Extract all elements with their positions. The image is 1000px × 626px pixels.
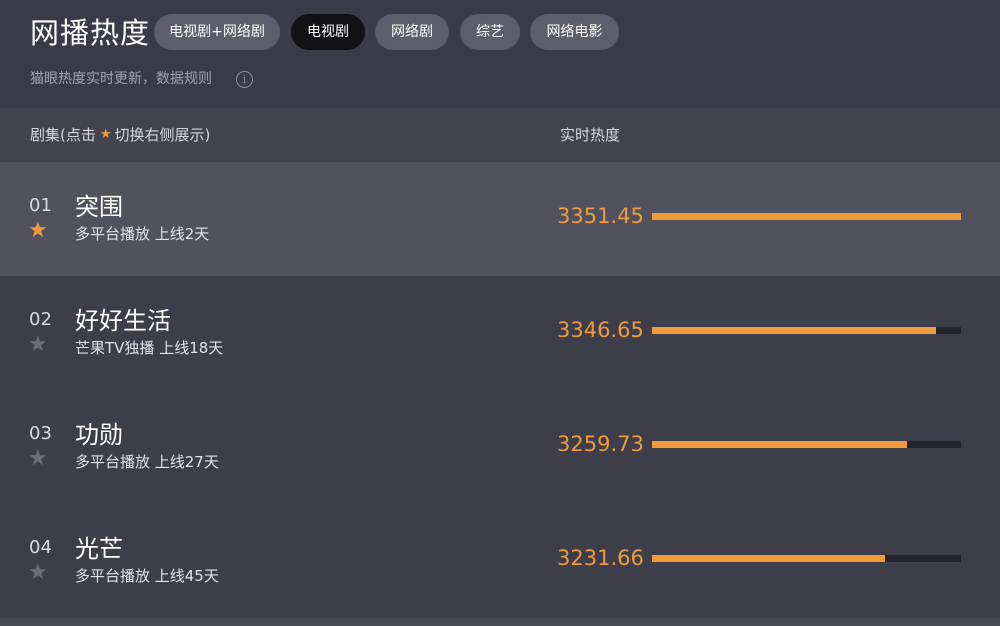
tab-variety[interactable]: 综艺 [460, 14, 520, 50]
heat-bar-track [652, 213, 961, 220]
show-title: 好好生活 [75, 307, 171, 335]
show-title: 功勋 [75, 421, 123, 449]
table-row[interactable]: 03 ★ 功勋 多平台播放 上线27天 3259.73 [0, 390, 1000, 504]
table-row[interactable]: 02 ★ 好好生活 芒果TV独播 上线18天 3346.65 [0, 276, 1000, 390]
column-title-suffix: 切换右侧展示) [114, 126, 211, 144]
tab-tv-series[interactable]: 电视剧 [291, 14, 365, 50]
star-icon[interactable]: ★ [28, 219, 48, 243]
heat-score: 3351.45 [557, 204, 644, 228]
heat-bar-fill [652, 441, 907, 448]
heat-bar-fill [652, 327, 937, 334]
heat-bar-track [652, 327, 961, 334]
column-title-prefix: 剧集(点击 [30, 126, 96, 144]
show-meta: 芒果TV独播 上线18天 [75, 339, 224, 357]
heat-bar-fill [652, 213, 961, 220]
next-row-edge [0, 618, 1000, 626]
tab-web-series[interactable]: 网络剧 [375, 14, 449, 50]
tab-tv-and-web-series[interactable]: 电视剧+网络剧 [154, 14, 280, 50]
heat-score: 3259.73 [557, 432, 644, 456]
rank-number: 02 [29, 309, 52, 330]
heat-bar-track [652, 555, 961, 562]
rank-number: 03 [29, 423, 52, 444]
info-icon[interactable]: i [236, 71, 253, 88]
column-title-series: 剧集(点击 ★ 切换右侧展示) [30, 124, 210, 146]
heat-bar-track [652, 441, 961, 448]
star-icon[interactable]: ★ [28, 447, 48, 471]
update-note: 猫眼热度实时更新，数据规则 [30, 71, 212, 87]
show-meta: 多平台播放 上线45天 [75, 567, 219, 585]
heat-score: 3231.66 [557, 546, 644, 570]
heat-bar-fill [652, 555, 886, 562]
star-icon[interactable]: ★ [28, 333, 48, 357]
show-meta: 多平台播放 上线2天 [75, 225, 210, 243]
star-icon: ★ [99, 127, 112, 142]
table-row[interactable]: 04 ★ 光芒 多平台播放 上线45天 3231.66 [0, 504, 1000, 618]
show-title: 光芒 [75, 535, 123, 563]
rank-number: 04 [29, 537, 52, 558]
heat-score: 3346.65 [557, 318, 644, 342]
column-header: 剧集(点击 ★ 切换右侧展示) 实时热度 [0, 108, 1000, 162]
show-meta: 多平台播放 上线27天 [75, 453, 219, 471]
page-title: 网播热度 [30, 16, 151, 50]
star-icon[interactable]: ★ [28, 561, 48, 585]
table-row[interactable]: 01 ★ 突围 多平台播放 上线2天 3351.45 [0, 162, 1000, 276]
column-title-heat: 实时热度 [560, 126, 621, 144]
tab-web-movies[interactable]: 网络电影 [530, 14, 619, 50]
rank-number: 01 [29, 195, 52, 216]
show-title: 突围 [75, 193, 123, 221]
header: 网播热度 电视剧+网络剧 电视剧 网络剧 综艺 网络电影 猫眼热度实时更新，数据… [0, 0, 1000, 108]
